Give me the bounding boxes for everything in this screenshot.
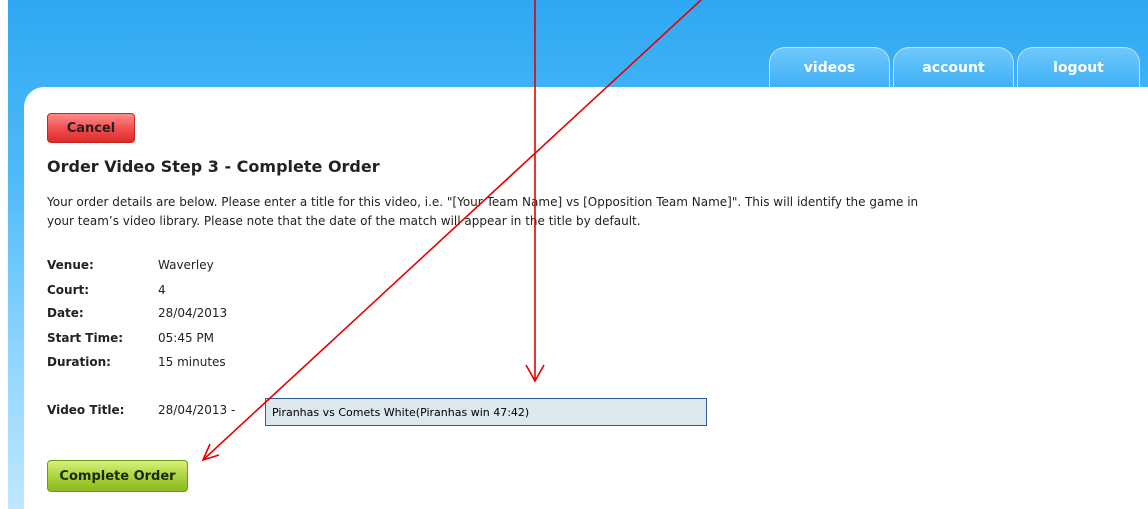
detail-value: Waverley <box>158 258 214 272</box>
tab-account[interactable]: account <box>893 47 1014 87</box>
complete-order-button[interactable]: Complete Order <box>47 460 188 492</box>
content-panel <box>24 87 1148 509</box>
detail-label: Court: <box>47 283 90 297</box>
detail-value: 15 minutes <box>158 355 226 369</box>
detail-label: Venue: <box>47 258 94 272</box>
detail-value: 4 <box>158 283 166 297</box>
detail-label: Start Time: <box>47 331 124 345</box>
detail-label: Date: <box>47 306 84 320</box>
detail-label: Duration: <box>47 355 111 369</box>
cancel-button[interactable]: Cancel <box>47 113 135 143</box>
detail-value: 05:45 PM <box>158 331 214 345</box>
intro-text: Your order details are below. Please ent… <box>47 195 919 228</box>
detail-value: 28/04/2013 <box>158 306 228 320</box>
tab-videos[interactable]: videos <box>769 47 890 87</box>
page-title: Order Video Step 3 - Complete Order <box>47 157 380 176</box>
video-title-date-prefix: 28/04/2013 - <box>158 403 236 417</box>
nav-tabs: videos account logout <box>769 47 1140 87</box>
tab-logout[interactable]: logout <box>1017 47 1140 87</box>
video-title-label: Video Title: <box>47 403 125 417</box>
video-title-input[interactable] <box>265 398 707 426</box>
